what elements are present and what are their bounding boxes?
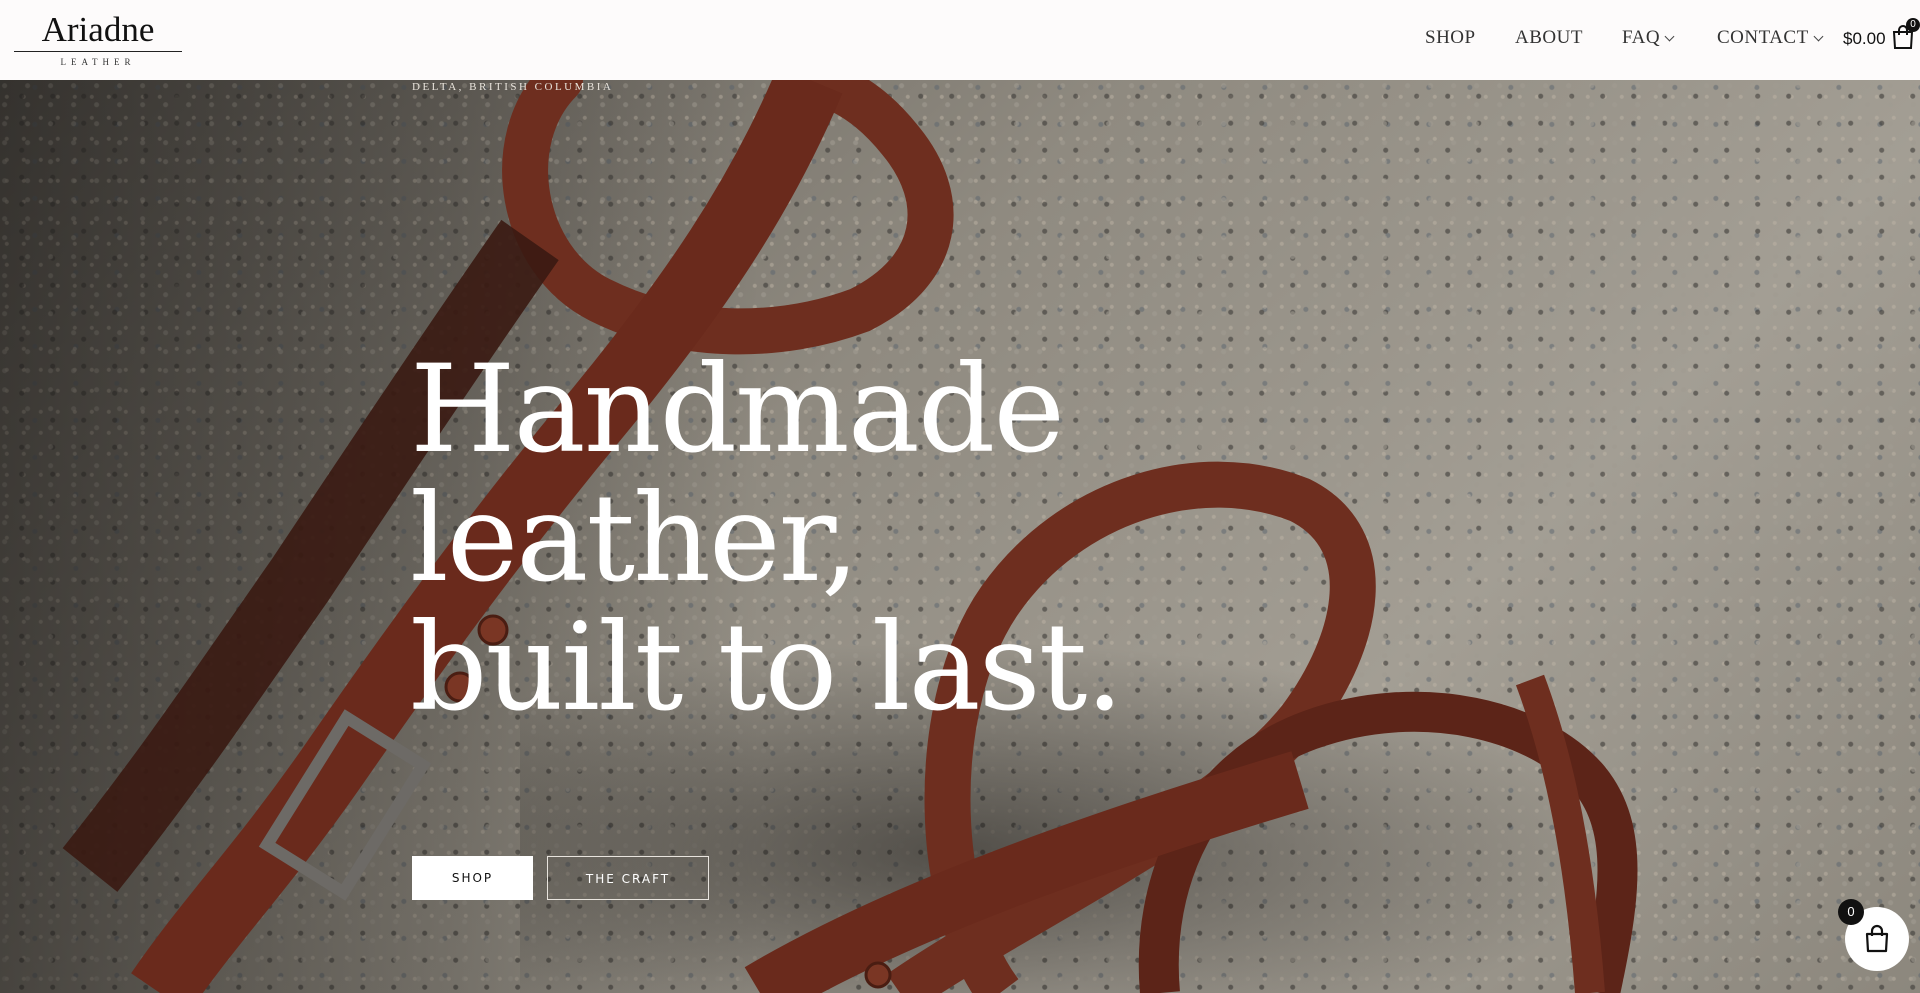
cart-total[interactable]: $0.00 [1843, 29, 1886, 49]
nav-item-label: FAQ [1622, 27, 1661, 48]
headline-line: leather, [410, 468, 860, 609]
chevron-down-icon [1813, 31, 1824, 42]
site-header: Ariadne LEATHER SHOP ABOUT FAQ CONTACT $… [0, 0, 1920, 80]
floating-cart-count-badge: 0 [1838, 899, 1864, 925]
headline-line: built to last. [410, 597, 1124, 738]
nav-item-label: SHOP [1425, 27, 1476, 48]
brand-tagline: LEATHER [60, 57, 136, 67]
cart-count-badge: 0 [1906, 18, 1920, 32]
headline-line: Handmade [410, 339, 1065, 480]
nav-item-about[interactable]: ABOUT [1515, 27, 1583, 49]
nav-item-faq[interactable]: FAQ [1622, 27, 1675, 49]
brand-logo[interactable]: Ariadne LEATHER [14, 10, 182, 68]
shop-button[interactable]: SHOP [412, 856, 533, 900]
nav-item-label: ABOUT [1515, 27, 1583, 48]
nav-item-shop[interactable]: SHOP [1425, 27, 1476, 49]
chevron-down-icon [1664, 31, 1675, 42]
nav-item-contact[interactable]: CONTACT [1717, 27, 1824, 49]
brand-name: Ariadne [41, 10, 155, 49]
hero-section: Handmade leather, built to last. [0, 80, 1920, 993]
the-craft-button[interactable]: THE CRAFT [547, 856, 709, 900]
nav-item-label: CONTACT [1717, 27, 1809, 48]
location-label: DELTA, BRITISH COLUMBIA [412, 81, 614, 93]
logo-divider [14, 51, 182, 52]
hero-headline: Handmade leather, built to last. [410, 345, 1310, 732]
